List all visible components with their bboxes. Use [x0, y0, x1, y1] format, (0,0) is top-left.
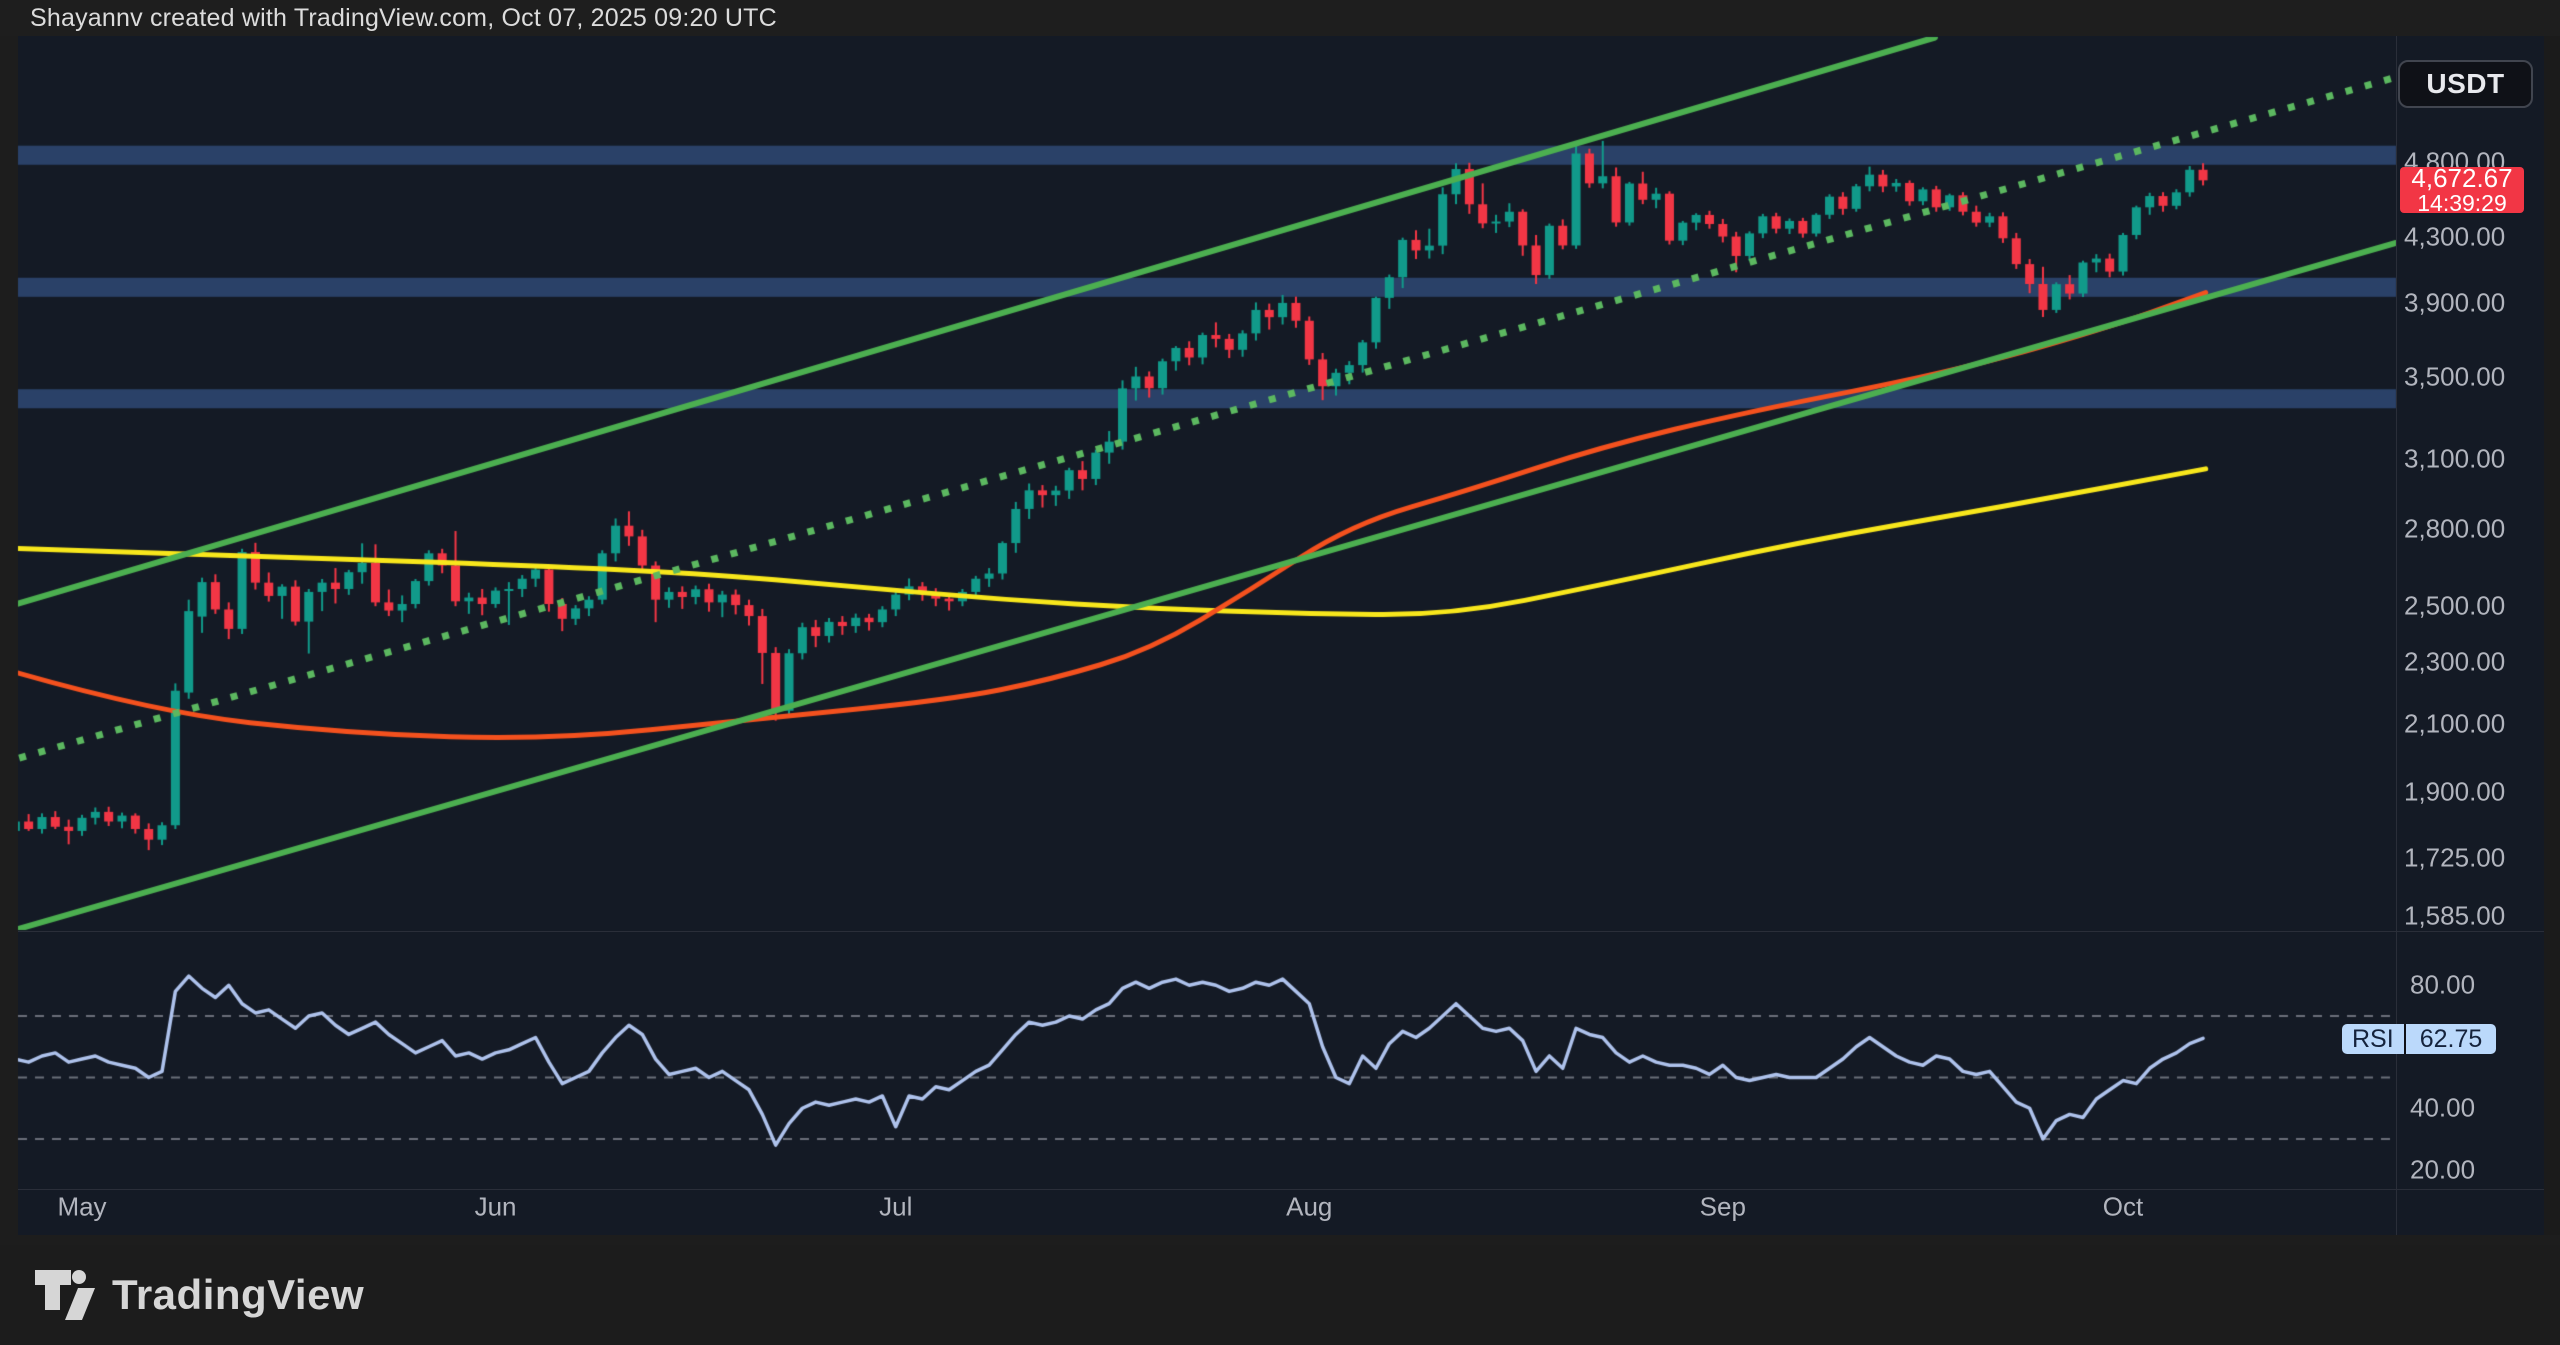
tradingview-logo-icon	[34, 1269, 96, 1321]
rsi-label: RSI	[2342, 1024, 2404, 1054]
rsi-axis-label: 80.00	[2410, 970, 2475, 1001]
rsi-axis-label: 40.00	[2410, 1093, 2475, 1124]
price-axis-label: 2,100.00	[2404, 709, 2505, 740]
tradingview-logo-text: TradingView	[112, 1271, 364, 1319]
price-axis-label: 2,500.00	[2404, 590, 2505, 621]
time-axis-separator	[18, 1189, 2544, 1190]
time-axis-month-label: Sep	[1700, 1192, 1746, 1223]
header-bar: Shayannv created with TradingView.com, O…	[0, 0, 2560, 36]
price-axis-separator	[2396, 36, 2397, 1235]
countdown-timer: 14:39:29	[2417, 192, 2507, 215]
price-axis-label: 2,800.00	[2404, 513, 2505, 544]
time-axis-month-label: Jul	[879, 1192, 912, 1223]
price-axis-label: 1,585.00	[2404, 900, 2505, 931]
price-axis-label: 4,300.00	[2404, 221, 2505, 252]
last-price-badge: 4,672.67 14:39:29	[2400, 167, 2524, 213]
tradingview-chart-window: Shayannv created with TradingView.com, O…	[0, 0, 2560, 1345]
price-axis-label: 1,900.00	[2404, 777, 2505, 808]
price-axis-label: 3,500.00	[2404, 361, 2505, 392]
rsi-current-value: 62.75	[2406, 1024, 2497, 1054]
tradingview-logo[interactable]: TradingView	[0, 1269, 364, 1321]
price-axis-label: 1,725.00	[2404, 842, 2505, 873]
time-axis-month-label: May	[57, 1192, 106, 1223]
rsi-axis-label: 20.00	[2410, 1154, 2475, 1185]
price-axis-label: 3,100.00	[2404, 444, 2505, 475]
time-axis-month-label: Jun	[475, 1192, 517, 1223]
rsi-pane-separator	[18, 931, 2544, 932]
symbol-usdt-badge[interactable]: USDT	[2398, 60, 2533, 108]
attribution-text: Shayannv created with TradingView.com, O…	[0, 4, 777, 33]
rsi-indicator-badge[interactable]: RSI 62.75	[2342, 1024, 2496, 1054]
price-axis-label: 2,300.00	[2404, 647, 2505, 678]
chart-canvas[interactable]	[0, 0, 2560, 1345]
last-price-value: 4,672.67	[2411, 165, 2512, 191]
footer-bar: TradingView	[0, 1245, 2560, 1345]
price-axis-label: 3,900.00	[2404, 288, 2505, 319]
time-axis-month-label: Aug	[1286, 1192, 1332, 1223]
time-axis-month-label: Oct	[2103, 1192, 2143, 1223]
